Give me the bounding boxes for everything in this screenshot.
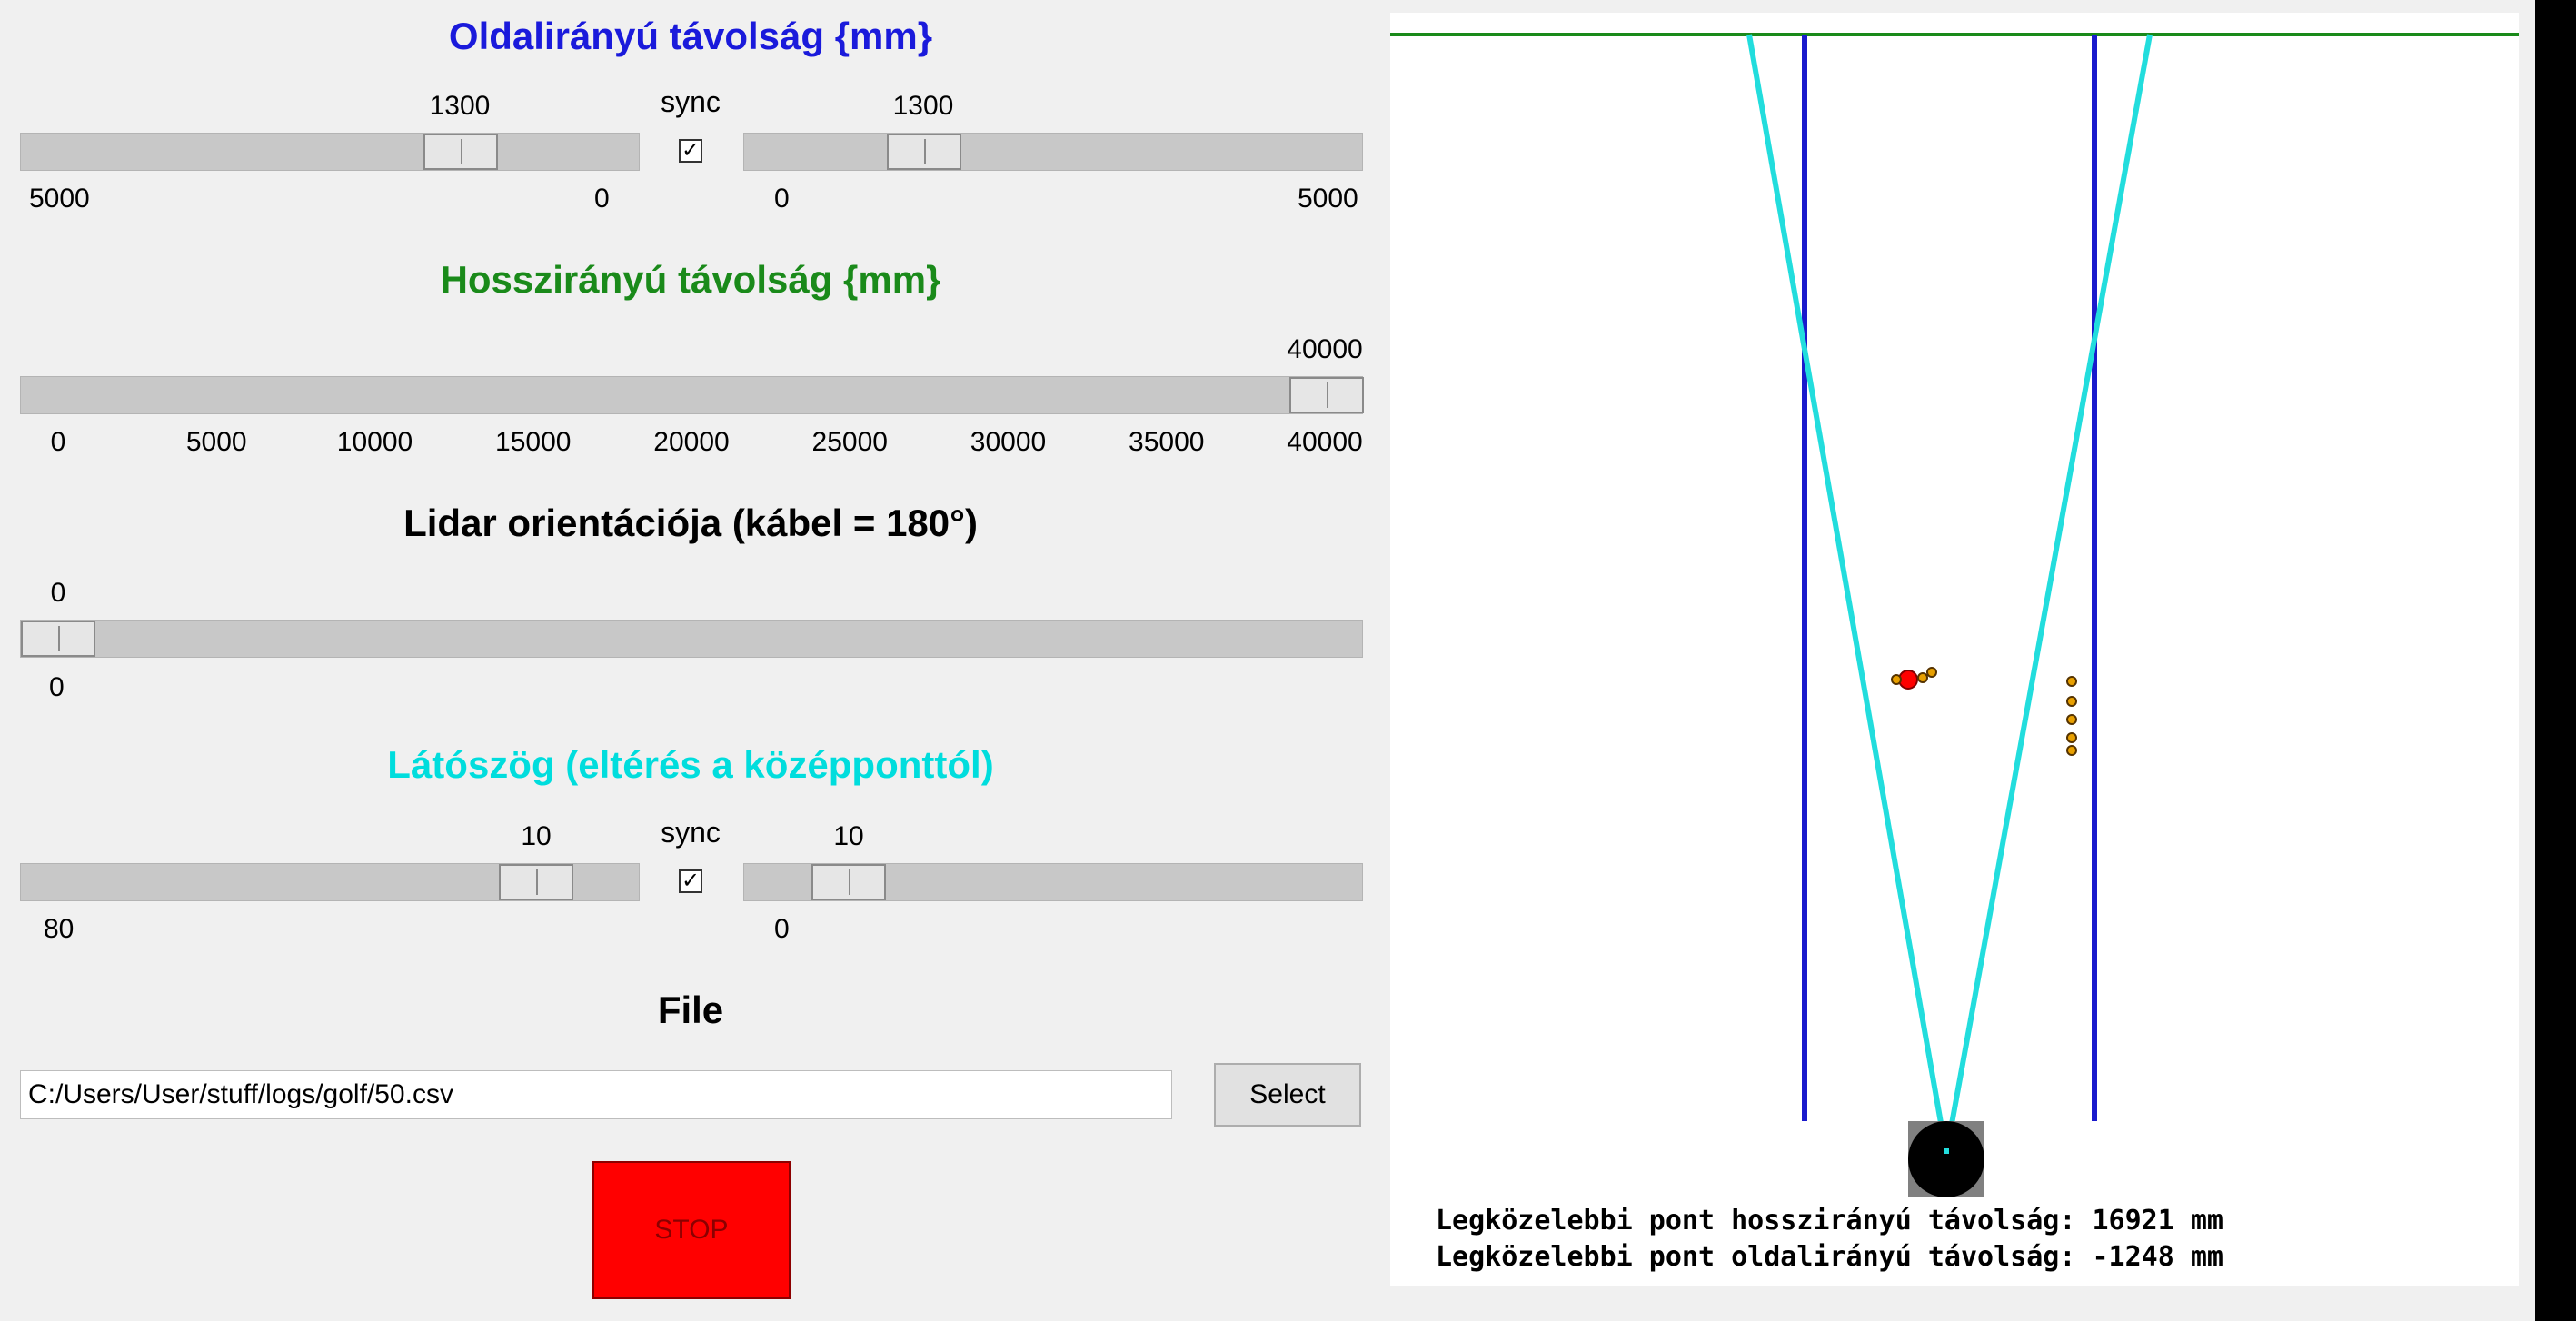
longitudinal-tick-label: 0 [50,427,66,457]
longitudinal-tick-label: 35000 [1129,427,1205,457]
point-cloud-dot [2066,745,2077,756]
longitudinal-tick-label: 30000 [970,427,1047,457]
fov-sync-label: sync [661,816,721,849]
orientation-min-label: 0 [49,672,65,702]
fov-right-slider-thumb[interactable] [811,864,886,900]
lateral-right-slider[interactable] [743,133,1363,171]
fov-left-slider-thumb[interactable] [499,864,573,900]
longitudinal-tick-label: 40000 [1287,427,1363,457]
point-cloud-dot [1926,667,1937,678]
lidar-sensor-icon [1908,1121,1984,1197]
lateral-sync-label: sync [661,85,721,118]
fov-sync-checkbox[interactable]: ✓ [679,869,702,893]
longitudinal-slider-thumb[interactable] [1289,377,1364,413]
lateral-left-value: 1300 [429,91,491,121]
lateral-left-min-label: 5000 [29,184,90,214]
file-heading: File [657,988,724,1031]
fov-left-value: 10 [521,821,552,851]
window-edge [2535,0,2576,1321]
fov-right-slider[interactable] [743,863,1363,901]
lidar-visualization-svg [1390,33,2519,1197]
longitudinal-tick-label: 20000 [653,427,730,457]
fov-right-min-label: 0 [774,914,790,944]
lateral-right-max-label: 5000 [1298,184,1358,214]
lateral-right-value: 1300 [892,91,954,121]
longitudinal-tick-label: 10000 [336,427,413,457]
point-cloud-dot [1917,672,1928,683]
longitudinal-tick-label: 5000 [185,427,247,457]
orientation-value: 0 [50,578,66,608]
orientation-slider[interactable] [20,620,1363,658]
nearest-point-longitudinal-readout: Legközelebbi pont hosszirányú távolság: … [1436,1205,2223,1237]
lateral-distance-heading: Oldalirányú távolság {mm} [448,15,933,57]
lateral-sync-checkbox[interactable]: ✓ [679,139,702,163]
lateral-right-min-label: 0 [774,184,790,214]
longitudinal-value: 40000 [1287,334,1363,364]
orientation-slider-thumb[interactable] [21,621,95,657]
fov-left-min-label: 80 [44,914,75,944]
select-file-button[interactable]: Select [1214,1063,1361,1127]
point-cloud-dot [1891,674,1902,685]
orientation-heading: Lidar orientációja (kábel = 180°) [403,502,978,544]
lidar-visualization-canvas [1390,13,2519,1286]
longitudinal-slider[interactable] [20,376,1364,414]
lateral-left-max-label: 0 [594,184,610,214]
point-cloud-dot [2066,714,2077,725]
fov-heading: Látószög (eltérés a középponttól) [387,743,994,786]
point-cloud-dot [2066,732,2077,743]
fov-right-value: 10 [833,821,864,851]
lateral-left-slider-thumb[interactable] [423,134,498,170]
stop-button[interactable]: STOP [592,1161,791,1299]
file-path-input[interactable] [20,1070,1172,1119]
lateral-left-slider[interactable] [20,133,640,171]
point-cloud-dot [2066,676,2077,687]
fov-left-slider[interactable] [20,863,640,901]
longitudinal-tick-label: 25000 [811,427,888,457]
longitudinal-tick-label: 15000 [495,427,572,457]
lateral-right-slider-thumb[interactable] [887,134,961,170]
fov-right-line [1944,34,2153,1155]
nearest-point-lateral-readout: Legközelebbi pont oldalirányú távolság: … [1436,1241,2223,1273]
fov-left-line [1746,34,1949,1155]
longitudinal-distance-heading: Hosszirányú távolság {mm} [440,258,941,301]
point-cloud-dot [2066,696,2077,707]
